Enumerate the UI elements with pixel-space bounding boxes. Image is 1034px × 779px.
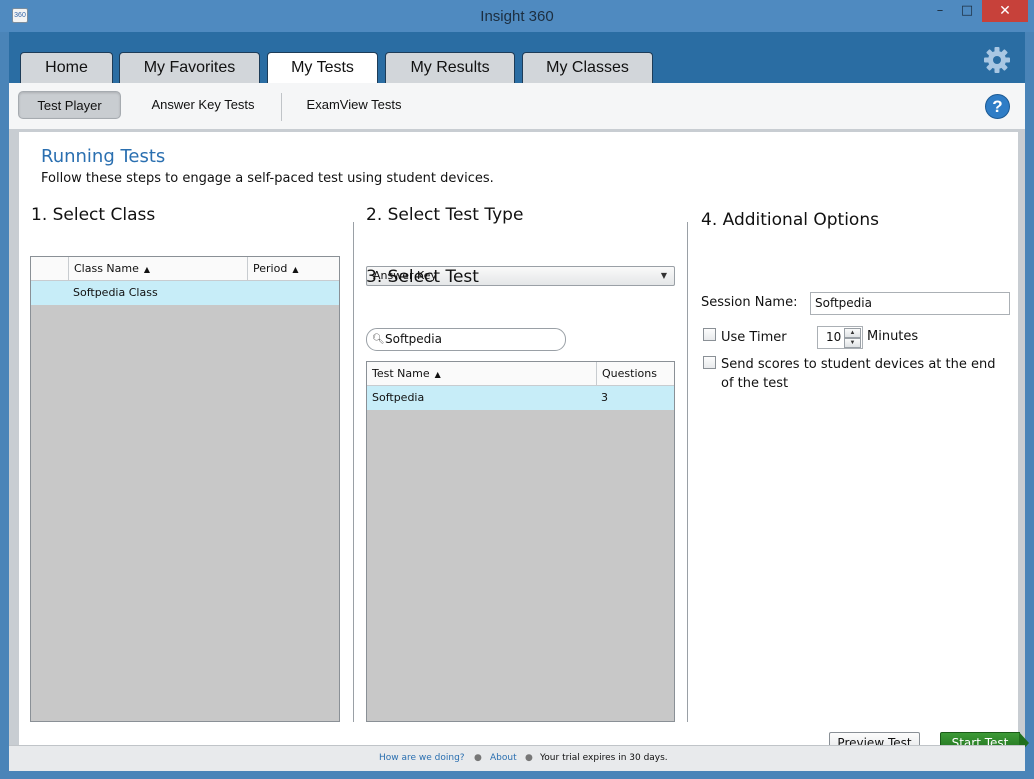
class-grid[interactable]: Class Name ▲ Period ▲ Softpedia Class [30, 256, 340, 722]
step2-heading: 2. Select Test Type [366, 205, 524, 225]
trial-status: Your trial expires in 30 days. [540, 753, 668, 763]
column-period[interactable]: Period ▲ [247, 257, 339, 280]
footer-separator: ● [474, 753, 482, 763]
cell-questions: 3 [601, 391, 608, 404]
main-content: Running Tests Follow these steps to enga… [19, 132, 1029, 754]
subtab-answer-key-tests[interactable]: Answer Key Tests [139, 91, 267, 119]
spin-down-icon[interactable]: ▼ [844, 338, 861, 348]
tab-my-tests[interactable]: My Tests [267, 52, 378, 84]
close-button[interactable]: ✕ [982, 0, 1028, 22]
send-scores-checkbox[interactable] [703, 356, 716, 369]
subtab-test-player[interactable]: Test Player [18, 91, 121, 119]
page-title: Running Tests [41, 146, 166, 167]
test-search-input[interactable]: 🔍︎ Softpedia [366, 328, 566, 351]
step1-heading: 1. Select Class [31, 205, 156, 225]
tab-my-favorites[interactable]: My Favorites [119, 52, 260, 83]
feedback-link[interactable]: How are we doing? [379, 746, 465, 771]
timer-value: 10 [826, 330, 842, 344]
about-link[interactable]: About [490, 746, 517, 771]
table-row[interactable]: Softpedia 3 [367, 386, 674, 410]
search-icon: 🔍︎ [372, 334, 385, 345]
column-divider [353, 222, 354, 722]
main-tab-bar: Home My Favorites My Tests My Results My… [9, 32, 1025, 84]
sort-asc-icon: ▲ [292, 265, 299, 274]
column-period-label: Period [253, 262, 288, 275]
cell-test-name: Softpedia [372, 391, 425, 404]
page-subtitle: Follow these steps to engage a self-pace… [41, 171, 494, 186]
sort-asc-icon: ▲ [143, 265, 151, 274]
column-class-name[interactable]: Class Name ▲ [68, 257, 248, 280]
table-row[interactable]: Softpedia Class [31, 281, 339, 305]
minutes-label: Minutes [867, 329, 919, 344]
send-scores-label-line2: of the test [721, 376, 789, 391]
column-divider [687, 222, 688, 722]
spin-up-icon[interactable]: ▲ [844, 328, 861, 338]
column-class-name-label: Class Name [74, 262, 139, 275]
use-timer-label: Use Timer [721, 330, 787, 345]
session-name-field[interactable]: Softpedia [810, 292, 1010, 315]
use-timer-checkbox[interactable] [703, 328, 716, 341]
maximize-button[interactable]: □ [954, 0, 980, 22]
column-questions[interactable]: Questions [596, 362, 674, 385]
send-scores-label-line1: Send scores to student devices at the en… [721, 357, 996, 372]
footer: How are we doing? ● About ● Your trial e… [9, 745, 1025, 771]
sub-toolbar: Test Player Answer Key Tests ExamView Te… [9, 83, 1025, 129]
help-icon[interactable]: ? [985, 94, 1010, 119]
column-test-name-label: Test Name [372, 367, 430, 380]
footer-separator: ● [525, 753, 533, 763]
tab-my-results[interactable]: My Results [385, 52, 515, 83]
minimize-button[interactable]: – [928, 0, 952, 22]
chevron-down-icon: ▼ [660, 271, 667, 280]
column-test-name[interactable]: Test Name ▲ [367, 362, 597, 385]
tab-my-classes[interactable]: My Classes [522, 52, 653, 83]
subtab-examview-tests[interactable]: ExamView Tests [297, 91, 411, 119]
test-search-value: Softpedia [385, 332, 442, 346]
step3-heading: 3. Select Test [366, 267, 479, 287]
subtab-divider [281, 93, 282, 121]
cell-period [247, 281, 252, 305]
timer-stepper[interactable]: 10 ▲ ▼ [817, 326, 863, 349]
column-questions-label: Questions [602, 367, 657, 380]
cell-class-name: Softpedia Class [73, 286, 158, 299]
tab-home[interactable]: Home [20, 52, 113, 83]
window-title: Insight 360 [480, 8, 554, 25]
app-frame: Home My Favorites My Tests My Results My… [9, 32, 1029, 771]
test-grid[interactable]: Test Name ▲ Questions Softpedia 3 [366, 361, 675, 722]
gear-icon[interactable] [983, 46, 1011, 74]
step4-heading: 4. Additional Options [701, 210, 879, 230]
title-bar: 360 Insight 360 – □ ✕ [0, 0, 1034, 32]
sort-asc-icon: ▲ [434, 370, 441, 379]
session-name-label: Session Name: [701, 295, 798, 310]
class-grid-header: Class Name ▲ Period ▲ [31, 257, 339, 281]
test-grid-header: Test Name ▲ Questions [367, 362, 674, 386]
